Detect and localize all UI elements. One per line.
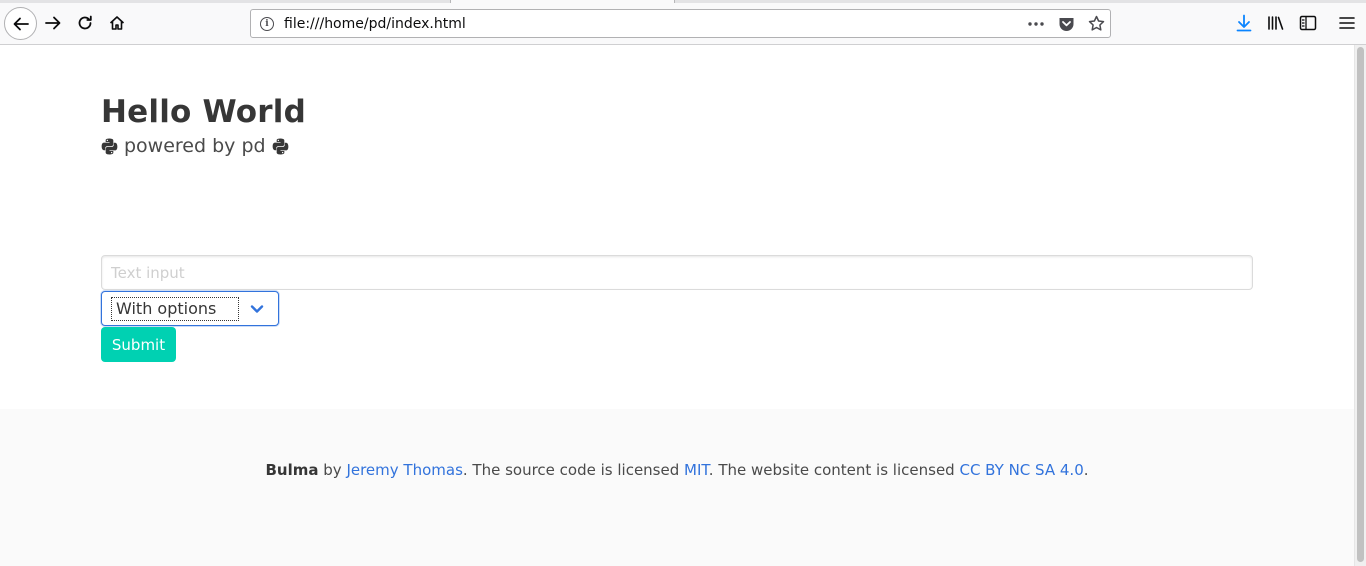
bookmark-star-icon[interactable] <box>1086 14 1106 34</box>
back-arrow-icon <box>13 17 29 30</box>
home-icon <box>109 16 125 30</box>
sidebar-icon <box>1299 15 1317 31</box>
url-bar[interactable]: i file:///home/pd/index.html <box>250 9 1111 38</box>
footer-source-text: . The source code is licensed <box>462 461 685 479</box>
submit-button[interactable]: Submit <box>101 327 176 362</box>
site-info-icon[interactable]: i <box>260 16 274 31</box>
footer-by: by <box>318 461 347 479</box>
reload-button[interactable] <box>70 8 100 38</box>
pocket-icon[interactable] <box>1056 14 1076 34</box>
page-content: Hello World powered by pd With options S… <box>0 45 1354 566</box>
active-tab[interactable] <box>450 0 675 3</box>
footer-end: . <box>1083 461 1089 479</box>
footer-text: Bulma by Jeremy Thomas. The source code … <box>0 461 1354 479</box>
subtitle-text: powered by pd <box>124 135 266 157</box>
footer-brand: Bulma <box>265 461 319 479</box>
text-input[interactable] <box>101 255 1253 290</box>
python-icon <box>101 138 118 154</box>
footer: Bulma by Jeremy Thomas. The source code … <box>0 409 1354 566</box>
library-icon <box>1268 16 1284 30</box>
url-actions <box>1026 10 1106 37</box>
python-icon <box>272 138 288 154</box>
library-button[interactable] <box>1261 8 1291 38</box>
hamburger-menu-icon <box>1339 17 1355 29</box>
cc-license-link[interactable]: CC BY NC SA 4.0 <box>959 461 1083 479</box>
home-button[interactable] <box>102 8 132 38</box>
options-select[interactable]: With options <box>101 291 279 326</box>
forward-arrow-icon <box>45 16 61 30</box>
browser-toolbar: i file:///home/pd/index.html <box>0 0 1366 45</box>
reload-icon <box>78 15 92 30</box>
download-arrow-icon <box>1236 14 1252 32</box>
back-button[interactable] <box>4 7 37 40</box>
downloads-button[interactable] <box>1229 8 1259 38</box>
footer-content-text: . The website content is licensed <box>708 461 960 479</box>
forward-button[interactable] <box>38 8 68 38</box>
author-link[interactable]: Jeremy Thomas <box>346 461 462 479</box>
hero-section: Hello World powered by pd <box>101 93 306 157</box>
tab-strip <box>0 0 1366 3</box>
sidebar-button[interactable] <box>1293 8 1323 38</box>
select-value[interactable]: With options <box>111 297 239 321</box>
page-actions-icon[interactable] <box>1026 14 1046 34</box>
mit-license-link[interactable]: MIT <box>684 461 709 479</box>
page-subtitle: powered by pd <box>101 135 306 157</box>
page-title: Hello World <box>101 94 307 130</box>
chevron-down-icon <box>250 305 264 313</box>
menu-button[interactable] <box>1332 8 1362 38</box>
scrollbar-thumb[interactable] <box>1357 47 1364 562</box>
url-text[interactable]: file:///home/pd/index.html <box>284 16 466 32</box>
